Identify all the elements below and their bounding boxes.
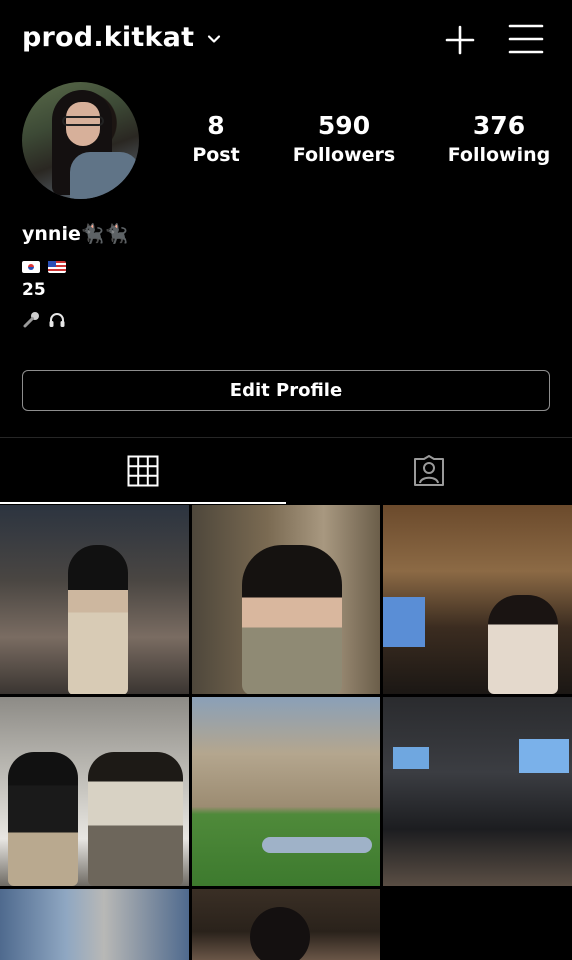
post-thumbnail[interactable] [0, 889, 189, 960]
post-thumbnail[interactable] [383, 697, 572, 886]
post-thumbnail[interactable] [383, 505, 572, 694]
post-thumbnail[interactable] [0, 697, 189, 886]
following-count: 376 [472, 111, 526, 140]
post-thumbnail[interactable] [192, 505, 380, 694]
post-thumbnail[interactable] [0, 505, 189, 694]
post-thumbnail[interactable] [192, 697, 380, 886]
microphone-icon [23, 312, 39, 328]
display-name: ynnie🐈‍⬛🐈‍⬛ [22, 223, 129, 245]
plus-icon[interactable] [444, 24, 476, 56]
headphones-icon [49, 313, 65, 327]
united-states-flag-icon [48, 261, 66, 273]
avatar[interactable] [22, 82, 139, 199]
account-switcher[interactable]: prod.kitkat [22, 22, 222, 53]
south-korea-flag-icon [22, 261, 40, 273]
hamburger-menu-icon[interactable] [508, 22, 544, 56]
edit-profile-button[interactable]: Edit Profile [22, 370, 550, 411]
tab-posts-grid[interactable] [0, 438, 286, 504]
profile-page: prod.kitkat 8 Post 590 Followers 376 Fol… [0, 0, 572, 960]
active-tab-indicator [0, 502, 286, 504]
stat-followers[interactable]: 590 Followers [286, 110, 402, 168]
bio-flags [22, 258, 128, 276]
profile-tabs [0, 438, 572, 504]
tagged-person-icon [414, 455, 444, 486]
top-bar: prod.kitkat [0, 0, 572, 78]
followers-count: 590 [317, 111, 371, 140]
posts-label: Post [192, 144, 240, 166]
bio: ynnie🐈‍⬛🐈‍⬛ 25 [22, 220, 128, 332]
username: prod.kitkat [22, 22, 195, 53]
stat-following[interactable]: 376 Following [440, 110, 558, 168]
bio-age: 25 [22, 280, 46, 300]
stat-posts[interactable]: 8 Post [176, 110, 256, 168]
following-label: Following [447, 144, 551, 166]
followers-label: Followers [292, 144, 396, 166]
bio-icons [22, 308, 128, 332]
tab-tagged[interactable] [286, 438, 572, 504]
chevron-down-icon [208, 34, 221, 43]
post-thumbnail[interactable] [192, 889, 380, 960]
posts-count: 8 [207, 111, 225, 140]
grid-icon [127, 455, 159, 487]
